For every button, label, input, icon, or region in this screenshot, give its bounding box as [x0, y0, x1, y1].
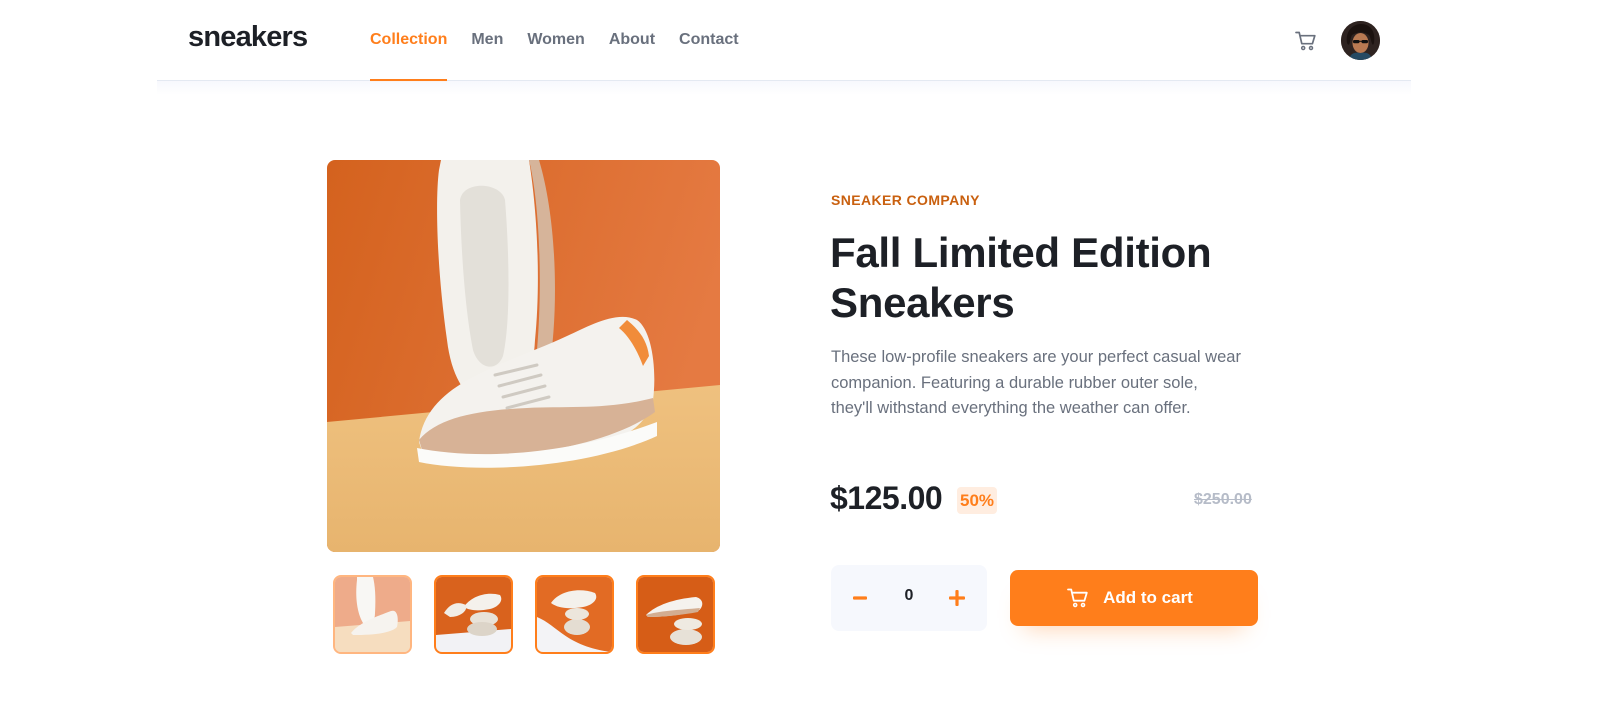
thumbnail-image-1 [335, 577, 410, 652]
quantity-value[interactable]: 0 [889, 587, 929, 605]
discount-badge: 50% [957, 487, 998, 514]
product-photo-1 [327, 160, 720, 552]
logo[interactable]: sneakers [188, 21, 308, 54]
current-price: $125.00 [830, 480, 943, 516]
product-description: These low-profile sneakers are your perf… [831, 348, 1241, 417]
nav-men[interactable]: Men [471, 0, 503, 81]
cart-icon [1295, 31, 1316, 51]
avatar[interactable] [1341, 21, 1380, 60]
product-main-image[interactable] [327, 160, 720, 552]
thumbnail-list [333, 575, 715, 654]
increase-quantity-button[interactable] [942, 583, 972, 613]
avatar-image [1341, 21, 1380, 60]
add-to-cart-label: Add to cart [1103, 588, 1193, 607]
thumbnail-image-2 [436, 577, 511, 652]
nav-about[interactable]: About [609, 0, 655, 81]
nav-women[interactable]: Women [527, 0, 584, 81]
minus-icon [853, 596, 867, 600]
header-divider [157, 81, 1411, 95]
company-label: SNEAKER COMPANY [831, 192, 980, 208]
product-thumbnail-2[interactable] [434, 575, 513, 654]
plus-icon [949, 590, 965, 606]
add-to-cart-button[interactable]: Add to cart [1010, 570, 1258, 626]
product-title: Fall Limited Edition Sneakers [830, 229, 1212, 326]
thumbnail-image-3 [537, 577, 612, 652]
site-header: sneakers Collection Men Women About Cont… [157, 0, 1411, 82]
cart-icon [1067, 588, 1089, 608]
product-thumbnail-4[interactable] [636, 575, 715, 654]
quantity-stepper: 0 [831, 565, 987, 631]
product-page: sneakers Collection Men Women About Cont… [0, 0, 1600, 723]
decrease-quantity-button[interactable] [845, 583, 875, 613]
thumbnail-image-4 [638, 577, 713, 652]
nav-contact[interactable]: Contact [679, 0, 739, 81]
nav-collection[interactable]: Collection [370, 0, 448, 82]
product-thumbnail-1[interactable] [333, 575, 412, 654]
product-thumbnail-3[interactable] [535, 575, 614, 654]
main-nav: Collection Men Women About Contact [370, 0, 763, 82]
cart-button[interactable] [1292, 27, 1320, 55]
original-price: $250.00 [1194, 491, 1252, 508]
